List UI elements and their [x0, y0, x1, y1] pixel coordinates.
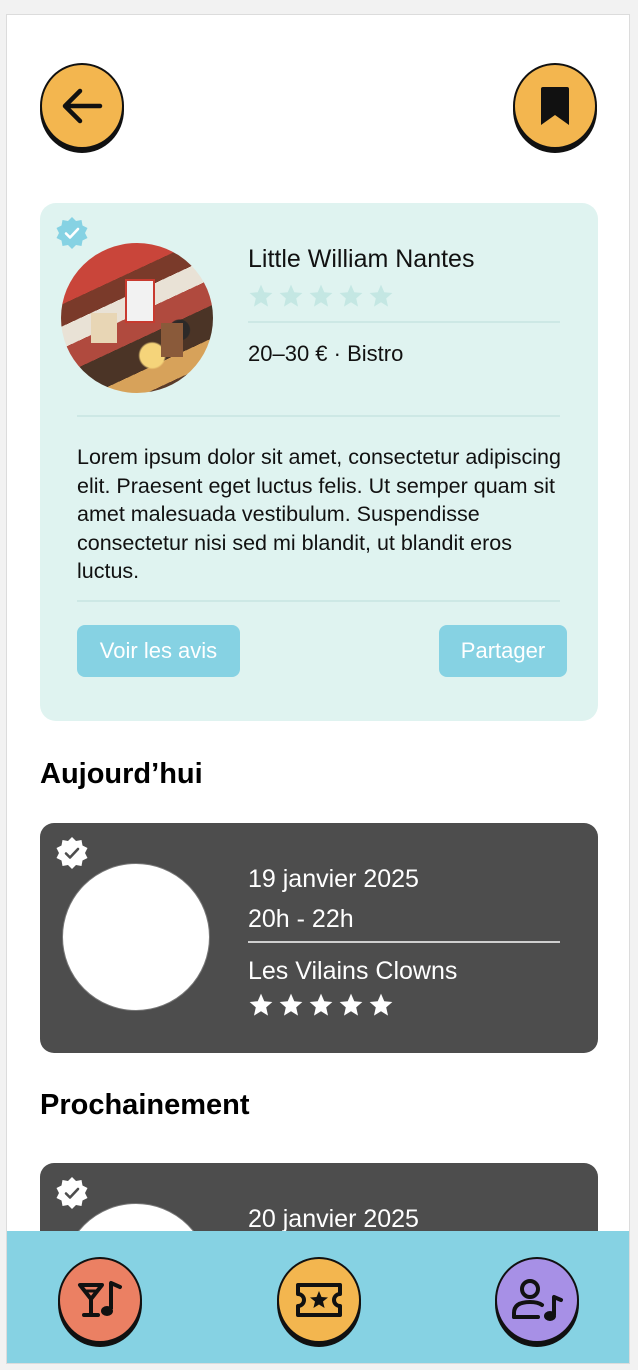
section-title-upcoming: Prochainement [40, 1089, 250, 1121]
venue-card: Little William Nantes 20–30 € · Bistro L… [40, 203, 598, 721]
star-icon [339, 993, 363, 1016]
star-icon [279, 993, 303, 1016]
user-music-icon [512, 1279, 563, 1321]
nav-tickets-button[interactable] [277, 1257, 361, 1343]
share-button[interactable]: Partager [439, 625, 567, 677]
star-icon [369, 993, 393, 1016]
venue-name: Little William Nantes [248, 245, 475, 273]
event-date: 19 janvier 2025 [248, 865, 419, 893]
star-icon [279, 284, 303, 307]
divider [77, 415, 560, 417]
ticket-star-icon [296, 1283, 342, 1317]
venue-rating [248, 283, 394, 309]
see-reviews-button[interactable]: Voir les avis [77, 625, 240, 677]
star-icon [309, 284, 333, 307]
event-date: 20 janvier 2025 [248, 1205, 419, 1233]
event-band-name: Les Vilains Clowns [248, 957, 458, 985]
verified-badge-icon [56, 217, 88, 249]
bookmark-icon [541, 87, 569, 125]
event-card[interactable]: 19 janvier 2025 20h - 22h Les Vilains Cl… [40, 823, 598, 1053]
bottom-nav [7, 1231, 629, 1363]
verified-badge-icon [56, 1177, 88, 1209]
divider [77, 600, 560, 602]
arrow-left-icon [62, 88, 103, 124]
verified-badge-icon [56, 837, 88, 869]
back-button[interactable] [40, 63, 124, 149]
venue-description: Lorem ipsum dolor sit amet, consectetur … [77, 445, 561, 583]
star-icon [249, 993, 273, 1016]
star-icon [369, 284, 393, 307]
event-time: 20h - 22h [248, 905, 354, 933]
star-icon [309, 993, 333, 1016]
event-rating [248, 992, 394, 1018]
star-icon [249, 284, 273, 307]
venue-price-category: 20–30 € · Bistro [248, 341, 404, 366]
nav-bars-button[interactable] [58, 1257, 142, 1343]
venue-photo [61, 243, 213, 393]
cocktail-music-icon [78, 1281, 122, 1317]
divider [248, 941, 560, 943]
bookmark-button[interactable] [513, 63, 597, 149]
nav-artists-button[interactable] [495, 1257, 579, 1343]
star-icon [339, 284, 363, 307]
section-title-today: Aujourd’hui [40, 758, 203, 790]
divider [248, 321, 560, 323]
app-screen: Little William Nantes 20–30 € · Bistro L… [6, 14, 630, 1364]
event-image-placeholder [62, 863, 210, 1011]
